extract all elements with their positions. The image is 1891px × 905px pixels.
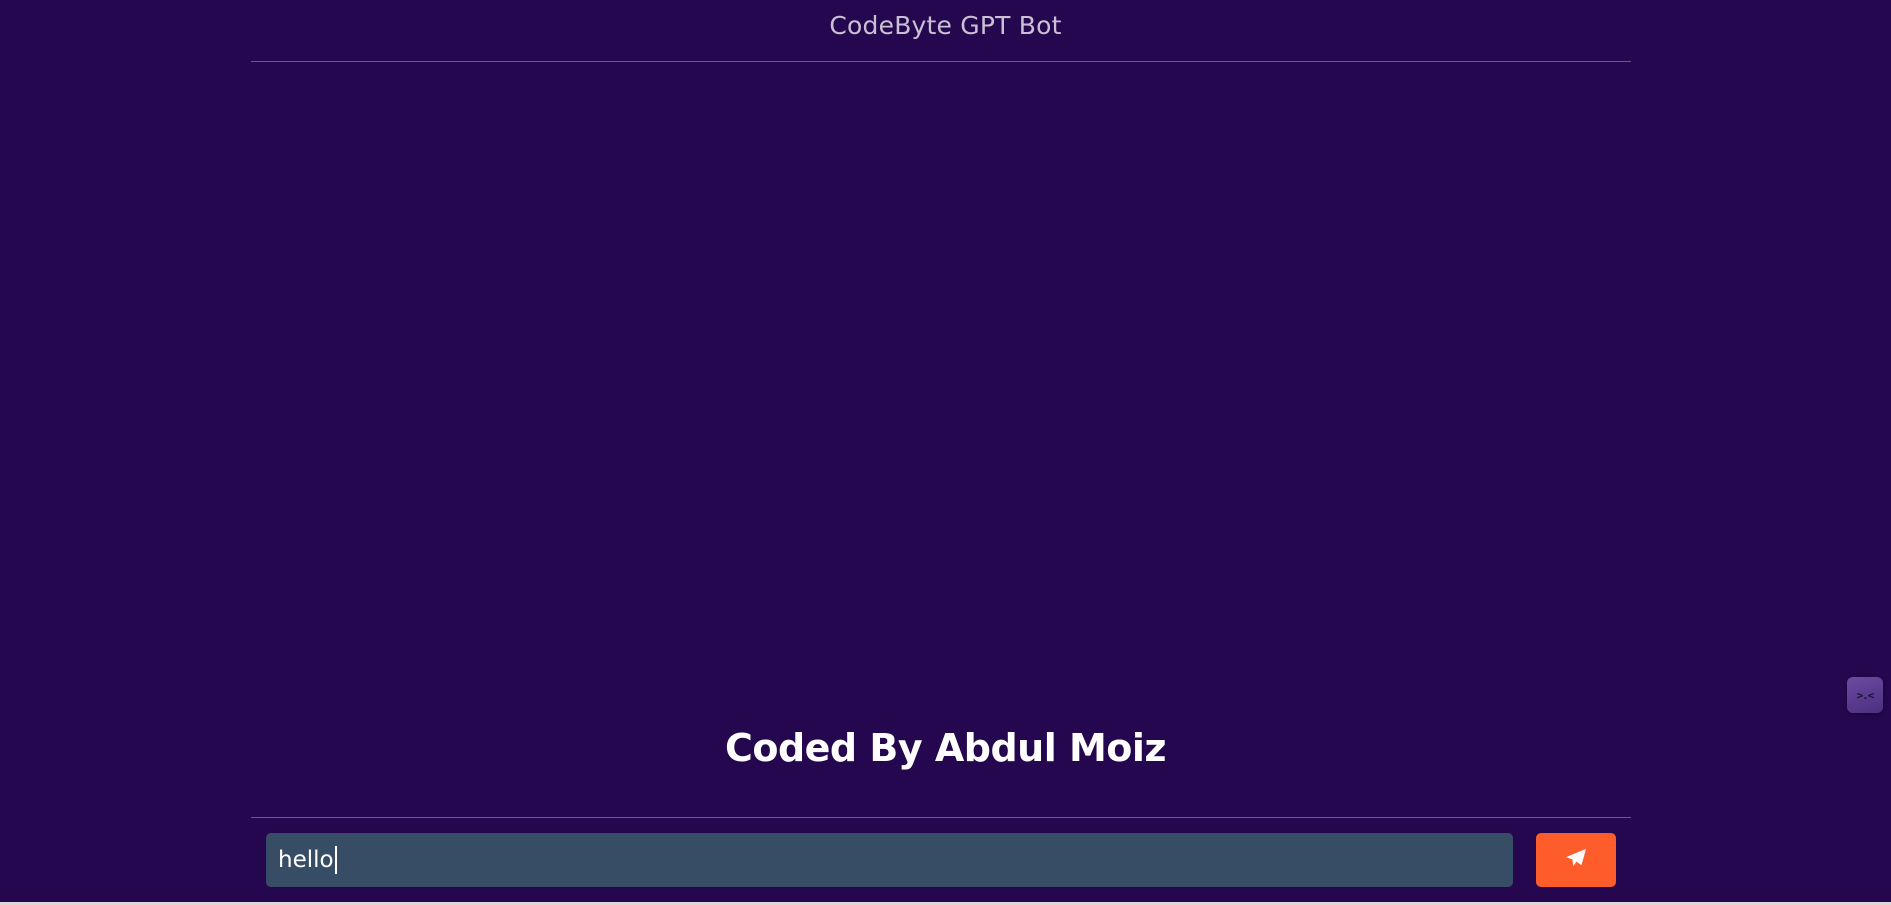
paper-plane-icon [1565,848,1587,872]
send-button[interactable] [1536,833,1616,887]
message-input-value: hello [278,847,334,873]
credit-text: Coded By Abdul Moiz [724,726,1167,770]
message-input[interactable]: hello [266,833,1513,887]
assistant-widget-button[interactable]: >.< [1847,677,1883,713]
page-title: CodeByte GPT Bot [829,11,1062,40]
chat-page: CodeByte GPT Bot Coded By Abdul Moiz hel… [0,0,1891,905]
chat-messages-area [251,62,1631,712]
assistant-face-icon: >.< [1856,688,1875,702]
text-caret [334,846,337,874]
composer-divider [251,817,1631,818]
